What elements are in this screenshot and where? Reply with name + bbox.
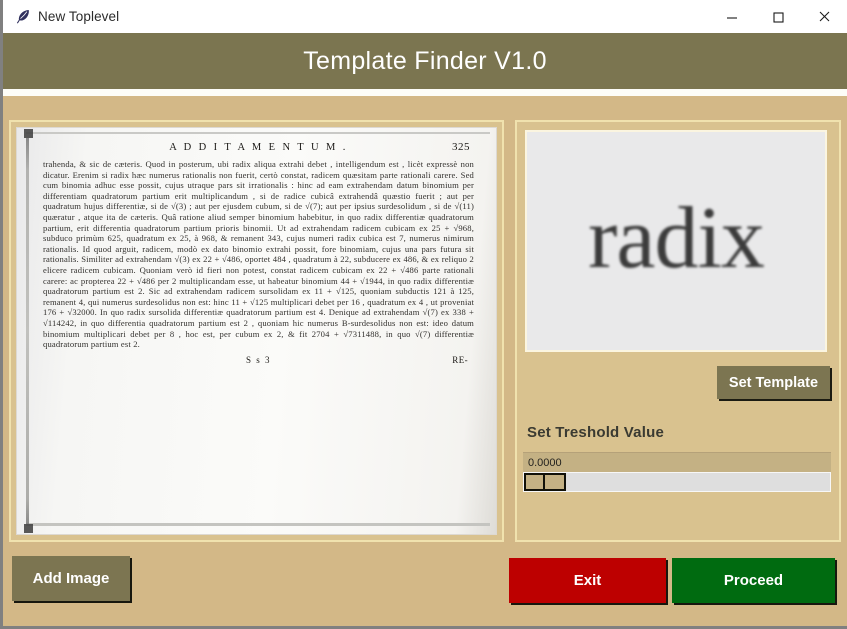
main-content: A D D I T A M E N T U M . 325 trahenda, … xyxy=(3,96,847,626)
application-window: New Toplevel Template Finder V1.0 A D D … xyxy=(0,0,847,629)
template-preview[interactable]: radix xyxy=(525,130,827,352)
app-header: Template Finder V1.0 xyxy=(3,33,847,89)
page-body-text: trahenda, & sic de cæteris. Quod in post… xyxy=(43,159,474,350)
catchword: RE- xyxy=(452,354,468,365)
feather-icon xyxy=(10,4,36,30)
threshold-slider-thumb[interactable] xyxy=(524,473,566,491)
source-image-panel[interactable]: A D D I T A M E N T U M . 325 trahenda, … xyxy=(9,120,504,542)
threshold-slider[interactable] xyxy=(523,472,831,492)
page-title: Template Finder V1.0 xyxy=(303,46,547,75)
folio-number: 325 xyxy=(452,141,470,153)
title-bar: New Toplevel xyxy=(3,0,847,33)
add-image-button[interactable]: Add Image xyxy=(12,556,130,601)
exit-button[interactable]: Exit xyxy=(509,558,666,603)
scan-page-text: A D D I T A M E N T U M . 325 trahenda, … xyxy=(43,138,474,516)
template-preview-word: radix xyxy=(588,190,765,287)
page-footer-line: S s 3 RE- xyxy=(43,355,474,365)
maximize-icon[interactable] xyxy=(755,0,801,33)
window-title: New Toplevel xyxy=(38,9,120,24)
minimize-icon[interactable] xyxy=(709,0,755,33)
header-divider xyxy=(3,89,847,96)
threshold-readout: 0.0000 xyxy=(523,452,831,472)
scan-bottom-edge xyxy=(26,523,490,526)
running-head-line: A D D I T A M E N T U M . 325 xyxy=(43,141,474,153)
close-icon[interactable] xyxy=(801,0,847,33)
template-panel: radix Set Template Set Treshold Value 0.… xyxy=(515,120,841,542)
threshold-label: Set Treshold Value xyxy=(527,424,664,441)
running-head: A D D I T A M E N T U M . xyxy=(169,142,348,153)
set-template-button[interactable]: Set Template xyxy=(717,366,830,399)
scanned-page-image[interactable]: A D D I T A M E N T U M . 325 trahenda, … xyxy=(16,127,497,535)
proceed-button[interactable]: Proceed xyxy=(672,558,835,603)
signature-mark: S s 3 xyxy=(245,354,271,365)
scan-binding-edge xyxy=(24,129,33,533)
scan-top-edge xyxy=(26,132,490,134)
threshold-value: 0.0000 xyxy=(528,456,562,469)
page-paragraph: trahenda, & sic de cæteris. Quod in post… xyxy=(43,159,474,350)
